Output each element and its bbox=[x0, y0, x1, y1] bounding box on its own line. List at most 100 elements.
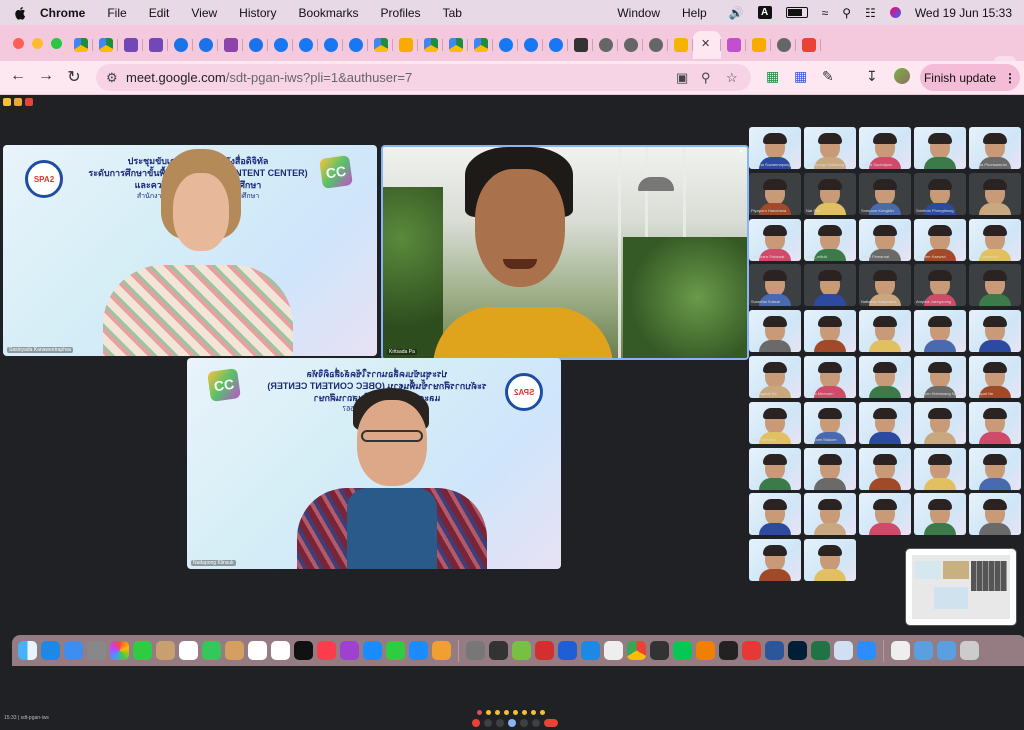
grid-participant-tile[interactable] bbox=[914, 447, 966, 490]
browser-tab[interactable] bbox=[393, 31, 418, 59]
menu-help[interactable]: Help bbox=[682, 6, 707, 20]
grid-participant-tile[interactable]: Jarunee Kaewsri bbox=[914, 218, 966, 261]
grid-participant-tile[interactable] bbox=[914, 401, 966, 444]
participant-tile-presenter-2[interactable]: CC ประชุมขับเคลื่อนการใช้คลังสื่อดิจิทัล… bbox=[187, 358, 561, 569]
vscode-icon[interactable] bbox=[581, 641, 600, 660]
finder-icon[interactable] bbox=[18, 641, 37, 660]
numbers-icon[interactable] bbox=[386, 641, 405, 660]
grid-participant-tile[interactable]: Tiwa Kaewkla bbox=[749, 401, 801, 444]
browser-tab[interactable] bbox=[168, 31, 193, 59]
grid-participant-tile[interactable]: Nattakan Kaeprasut bbox=[859, 264, 911, 307]
utorrent-icon[interactable] bbox=[512, 641, 531, 660]
browser-tab[interactable] bbox=[643, 31, 668, 59]
launchpad-icon[interactable] bbox=[87, 641, 106, 660]
participant-tile-speaker[interactable]: Kritsada Pa ● bbox=[381, 145, 749, 360]
systemsettings-icon[interactable] bbox=[466, 641, 485, 660]
grid-participant-tile[interactable]: Surachai Suksai bbox=[749, 264, 801, 307]
podcasts-icon[interactable] bbox=[340, 641, 359, 660]
browser-tab[interactable] bbox=[343, 31, 368, 59]
grid-participant-tile[interactable] bbox=[804, 264, 856, 307]
grid-participant-tile[interactable]: noey_wifcld bbox=[804, 218, 856, 261]
browser-tab[interactable] bbox=[493, 31, 518, 59]
browser-tab[interactable] bbox=[543, 31, 568, 59]
captions-button[interactable] bbox=[496, 719, 504, 727]
music-icon[interactable] bbox=[317, 641, 336, 660]
grid-participant-tile[interactable]: Jintana Suwannapong bbox=[749, 127, 801, 169]
grid-participant-tile[interactable]: Ampika Jaengsomg bbox=[914, 264, 966, 307]
bluetooth-icon[interactable] bbox=[558, 641, 577, 660]
menu-bookmarks[interactable]: Bookmarks bbox=[299, 6, 359, 20]
pages-icon[interactable] bbox=[432, 641, 451, 660]
reaction-thumbs-down-icon[interactable] bbox=[540, 710, 545, 715]
browser-tab[interactable] bbox=[796, 31, 821, 59]
browser-tab[interactable] bbox=[746, 31, 771, 59]
grid-participant-tile[interactable]: Somporn Kongklin bbox=[859, 172, 911, 215]
camera-permission-icon[interactable]: ▣ bbox=[676, 70, 688, 86]
calendar-icon[interactable] bbox=[179, 641, 198, 660]
grid-participant-tile[interactable]: Sutthipong Chaiwong bbox=[804, 127, 856, 169]
anydesk-icon[interactable] bbox=[742, 641, 761, 660]
steam-icon[interactable] bbox=[489, 641, 508, 660]
grid-participant-tile[interactable]: SDL Classroom bbox=[969, 218, 1021, 261]
browser-tab[interactable] bbox=[668, 31, 693, 59]
grid-participant-tile[interactable] bbox=[969, 401, 1021, 444]
reaction-heart-icon[interactable] bbox=[477, 710, 482, 715]
wifi-icon[interactable]: ≈ bbox=[822, 6, 829, 20]
reaction-thinking-icon[interactable] bbox=[531, 710, 536, 715]
address-url[interactable]: meet.google.com/sdt-pgan-iws?pli=1&authu… bbox=[126, 70, 412, 85]
mic-button[interactable] bbox=[472, 719, 480, 727]
messages-icon[interactable] bbox=[202, 641, 221, 660]
window-minimize-button[interactable] bbox=[32, 38, 43, 49]
vlc-icon[interactable] bbox=[696, 641, 715, 660]
browser-tab[interactable] bbox=[118, 31, 143, 59]
excel-icon[interactable] bbox=[811, 641, 830, 660]
menu-history[interactable]: History bbox=[239, 6, 276, 20]
browser-tab[interactable] bbox=[268, 31, 293, 59]
menu-app-chrome[interactable]: Chrome bbox=[40, 6, 85, 20]
self-view-tile[interactable] bbox=[906, 549, 1016, 625]
grid-participant-tile[interactable] bbox=[804, 493, 856, 536]
zoom-icon[interactable]: ⚲ bbox=[701, 70, 711, 86]
grid-participant-tile[interactable]: Chanaphat Ka bbox=[749, 356, 801, 398]
jamovi-icon[interactable] bbox=[834, 641, 853, 660]
grid-participant-tile[interactable] bbox=[859, 493, 911, 536]
freeform-icon[interactable] bbox=[271, 641, 290, 660]
grid-participant-tile[interactable] bbox=[804, 539, 856, 582]
grid-participant-tile[interactable]: Sataporn Makom bbox=[804, 401, 856, 444]
extension-grid-icon[interactable]: ▦ bbox=[794, 68, 807, 85]
menu-window[interactable]: Window bbox=[617, 6, 660, 20]
appstore-icon[interactable] bbox=[363, 641, 382, 660]
keynote-icon[interactable] bbox=[409, 641, 428, 660]
downloads-folder-icon[interactable] bbox=[937, 641, 956, 660]
menu-profiles[interactable]: Profiles bbox=[381, 6, 421, 20]
grid-participant-tile[interactable] bbox=[859, 356, 911, 398]
spotlight-search-icon[interactable]: ⚲ bbox=[842, 6, 851, 20]
reaction-wow-icon[interactable] bbox=[513, 710, 518, 715]
browser-tab[interactable]: ✕ bbox=[693, 31, 721, 59]
browser-tab[interactable] bbox=[593, 31, 618, 59]
more-options-button[interactable] bbox=[532, 719, 540, 727]
folder-icon[interactable] bbox=[914, 641, 933, 660]
volume-icon[interactable]: 🔊 bbox=[729, 6, 744, 20]
grid-participant-tile[interactable] bbox=[804, 310, 856, 353]
reaction-thumbs-icon[interactable] bbox=[486, 710, 491, 715]
extensions-puzzle-icon[interactable]: ✎ bbox=[822, 68, 834, 85]
siri-icon[interactable] bbox=[889, 7, 901, 18]
grid-participant-tile[interactable] bbox=[969, 493, 1021, 536]
photos-icon[interactable] bbox=[110, 641, 129, 660]
menu-tab[interactable]: Tab bbox=[443, 6, 462, 20]
reload-icon[interactable]: ↻ bbox=[64, 67, 84, 87]
camera-button[interactable] bbox=[484, 719, 492, 727]
grid-participant-tile[interactable]: Jakkapat Ne bbox=[969, 356, 1021, 398]
acrobat-icon[interactable] bbox=[535, 641, 554, 660]
mail-icon[interactable] bbox=[64, 641, 83, 660]
notes-icon[interactable] bbox=[225, 641, 244, 660]
browser-tab[interactable] bbox=[721, 31, 746, 59]
grid-participant-tile[interactable]: Pimpi Pineanrat bbox=[859, 218, 911, 261]
apple-logo-icon[interactable] bbox=[14, 6, 28, 20]
grid-participant-tile[interactable]: Nat Sae bbox=[804, 172, 856, 215]
safari-icon[interactable] bbox=[41, 641, 60, 660]
grid-participant-tile[interactable] bbox=[749, 447, 801, 490]
browser-tab[interactable] bbox=[518, 31, 543, 59]
grid-participant-tile[interactable] bbox=[859, 447, 911, 490]
